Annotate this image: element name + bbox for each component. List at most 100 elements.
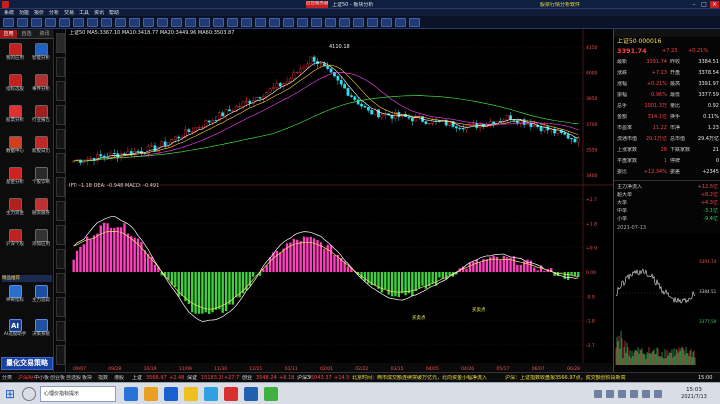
vertical-tab[interactable] — [56, 249, 65, 269]
bottom-tab[interactable]: 中小板 — [34, 375, 49, 381]
vertical-tab[interactable] — [56, 225, 65, 245]
taskbar-app-icon[interactable] — [184, 387, 198, 401]
app-launcher[interactable]: 融资融券 — [29, 198, 53, 217]
bottom-tab[interactable]: 自选股 — [66, 375, 81, 381]
toolbar-button-icon[interactable] — [395, 18, 406, 27]
app-launcher[interactable]: 行业报告 — [29, 105, 53, 124]
toolbar-button-icon[interactable] — [59, 18, 70, 27]
news-ticker-2[interactable]: 沪深：上证指数收盘报3566.97点，成交额创阶段新高 — [505, 375, 695, 381]
left-tab[interactable]: 应用 — [0, 30, 17, 38]
toolbar-button-icon[interactable] — [143, 18, 154, 27]
minimize-icon[interactable]: – — [690, 1, 698, 8]
promo-launcher[interactable]: 决策系统 — [29, 319, 53, 338]
taskbar-app-icon[interactable] — [144, 387, 158, 401]
toolbar-button-icon[interactable] — [325, 18, 336, 27]
close-icon[interactable]: × — [710, 1, 719, 8]
app-launcher[interactable]: 新股日历 — [29, 136, 53, 155]
bottom-tab[interactable]: 分类 — [2, 375, 17, 381]
app-launcher[interactable]: 主力资金 — [3, 198, 27, 217]
toolbar-button-icon[interactable] — [241, 18, 252, 27]
toolbar-button-icon[interactable] — [3, 18, 14, 27]
quant-strategy-banner[interactable]: 量化交易策略 — [1, 357, 53, 370]
app-launcher[interactable]: 股票分析 — [3, 105, 27, 124]
toolbar-button-icon[interactable] — [199, 18, 210, 27]
toolbar-button-icon[interactable] — [283, 18, 294, 27]
index-name[interactable]: 沪深300 — [297, 375, 311, 381]
toolbar-button-icon[interactable] — [157, 18, 168, 27]
toolbar-button-icon[interactable] — [255, 18, 266, 27]
main-chart-area[interactable]: 4150 4000 3850 3700 3550 3400 +2.7 +1.8 +0.9 0.00… — [67, 29, 613, 373]
taskbar-app-icon[interactable] — [204, 387, 218, 401]
toolbar-button-icon[interactable] — [339, 18, 350, 27]
vertical-tab[interactable] — [56, 129, 65, 149]
news-ticker-1[interactable]: 北京时间：两市成交额连续突破万亿元，北向资金小幅净流入 — [352, 375, 502, 381]
index-name[interactable]: 深证 — [187, 375, 201, 381]
app-launcher[interactable]: 智能分析 — [29, 43, 53, 62]
vertical-tab[interactable] — [56, 321, 65, 341]
toolbar-button-icon[interactable] — [297, 18, 308, 27]
index-name[interactable]: 创业 — [242, 375, 256, 381]
vertical-tab[interactable] — [56, 153, 65, 173]
vertical-tab[interactable] — [56, 273, 65, 293]
bottom-tab[interactable]: 指数 — [98, 375, 113, 381]
vertical-tab[interactable] — [56, 81, 65, 101]
app-launcher[interactable]: 个股诊断 — [29, 167, 53, 186]
vertical-tab[interactable] — [56, 345, 65, 365]
promo-launcher[interactable]: 神奇指标 — [3, 285, 27, 304]
toolbar-button-icon[interactable] — [311, 18, 322, 27]
vertical-tab[interactable] — [56, 297, 65, 317]
index-name[interactable]: 上证 — [132, 375, 146, 381]
taskbar-app-icon[interactable] — [264, 387, 278, 401]
intraday-mini-chart[interactable]: 3391.74 3384.51 3377.59 — [614, 233, 720, 369]
tray-icon[interactable] — [654, 390, 662, 398]
vertical-tab[interactable] — [56, 201, 65, 221]
toolbar-button-icon[interactable] — [31, 18, 42, 27]
vertical-tab[interactable] — [56, 177, 65, 197]
tray-icon[interactable] — [618, 390, 626, 398]
toolbar-button-icon[interactable] — [227, 18, 238, 27]
bottom-tab[interactable]: 板块 — [82, 375, 97, 381]
promo-launcher[interactable]: 主力追踪 — [29, 285, 53, 304]
vertical-tab[interactable] — [56, 57, 65, 77]
app-launcher[interactable]: 沪深个股 — [3, 229, 27, 248]
left-tab[interactable]: 资讯 — [36, 30, 53, 38]
tray-icon[interactable] — [606, 390, 614, 398]
taskbar-app-icon[interactable] — [224, 387, 238, 401]
taskbar-app-icon[interactable] — [124, 387, 138, 401]
taskbar-window-button[interactable]: 心理价指标提示 — [40, 386, 116, 402]
bottom-tab[interactable]: 沪深A股 — [18, 375, 33, 381]
toolbar-button-icon[interactable] — [353, 18, 364, 27]
toolbar-button-icon[interactable] — [73, 18, 84, 27]
toolbar-button-icon[interactable] — [367, 18, 378, 27]
maximize-icon[interactable]: □ — [700, 1, 708, 8]
left-tab[interactable]: 自选 — [18, 30, 35, 38]
vertical-tab[interactable] — [56, 33, 65, 53]
toolbar-button-icon[interactable] — [87, 18, 98, 27]
app-launcher[interactable]: 基金分析 — [3, 167, 27, 186]
taskbar-app-icon[interactable] — [244, 387, 258, 401]
toolbar-button-icon[interactable] — [101, 18, 112, 27]
bottom-tab[interactable]: 创业板 — [50, 375, 65, 381]
toolbar-button-icon[interactable] — [213, 18, 224, 27]
toolbar-button-icon[interactable] — [269, 18, 280, 27]
promo-launcher[interactable]: AI AI选股助手 — [3, 319, 27, 338]
app-launcher[interactable]: 事件分析 — [29, 74, 53, 93]
toolbar-button-icon[interactable] — [409, 18, 420, 27]
vertical-tab[interactable] — [56, 105, 65, 125]
start-menu-icon[interactable]: ⊞ — [2, 386, 18, 402]
search-icon[interactable] — [22, 387, 36, 401]
kline-macd-chart[interactable]: 4150 4000 3850 3700 3550 3400 +2.7 +1.8 +0.9 0.00… — [67, 29, 613, 373]
tray-icon[interactable] — [594, 390, 602, 398]
tray-icon[interactable] — [642, 390, 650, 398]
toolbar-button-icon[interactable] — [45, 18, 56, 27]
bottom-tab[interactable]: 港股 — [114, 375, 129, 381]
toolbar-button-icon[interactable] — [171, 18, 182, 27]
toolbar-button-icon[interactable] — [129, 18, 140, 27]
app-launcher[interactable]: 指标选股 — [3, 74, 27, 93]
app-launcher[interactable]: 我的应用 — [3, 43, 27, 62]
app-launcher[interactable]: 数据中心 — [3, 136, 27, 155]
notice-badge[interactable]: 后台服务器 — [306, 1, 328, 8]
app-launcher[interactable]: 添加应用 — [29, 229, 53, 248]
toolbar-button-icon[interactable] — [381, 18, 392, 27]
taskbar-app-icon[interactable] — [164, 387, 178, 401]
